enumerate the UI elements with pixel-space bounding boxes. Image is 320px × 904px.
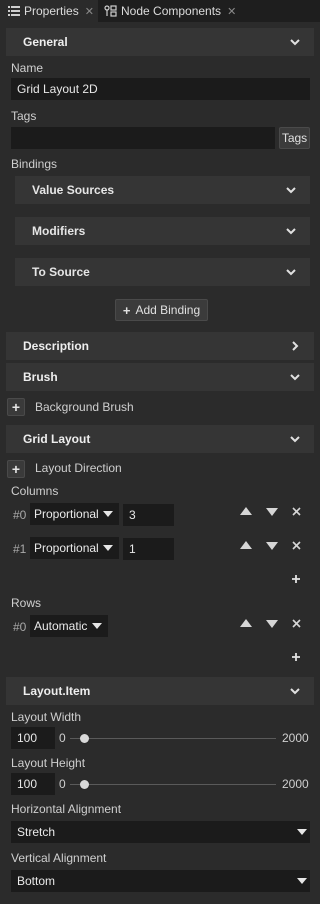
section-title: Grid Layout <box>23 432 91 446</box>
dropdown-arrow-icon <box>297 829 307 835</box>
column-index: #0 <box>13 508 27 522</box>
move-down-icon[interactable] <box>266 508 278 516</box>
bindings-modifiers[interactable]: Modifiers <box>15 217 310 245</box>
dropdown-value: Proportional <box>34 507 99 521</box>
section-title: Brush <box>23 370 58 384</box>
layout-width-label: Layout Width <box>11 710 82 724</box>
columns-label: Columns <box>11 484 59 498</box>
list-icon <box>8 6 20 16</box>
section-header-general[interactable]: General <box>6 28 314 56</box>
move-up-icon[interactable] <box>240 541 252 549</box>
tab-label: Node Components <box>121 4 222 18</box>
chevron-down-icon <box>290 436 300 443</box>
name-field[interactable]: Grid Layout 2D <box>11 78 310 100</box>
section-title: Description <box>23 339 90 353</box>
remove-icon[interactable] <box>292 541 301 550</box>
add-background-brush-button[interactable]: + <box>7 398 25 416</box>
move-up-icon[interactable] <box>240 619 252 627</box>
layout-width-field[interactable]: 100 <box>11 727 55 749</box>
row-index: #0 <box>13 620 27 634</box>
layout-height-label: Layout Height <box>11 756 86 770</box>
rows-label: Rows <box>11 596 42 610</box>
background-brush-label: Background Brush <box>35 400 134 414</box>
components-icon <box>104 5 117 17</box>
tags-field[interactable] <box>11 127 275 149</box>
add-column-icon[interactable] <box>291 574 301 584</box>
dropdown-arrow-icon <box>297 878 307 884</box>
horizontal-alignment-dropdown[interactable]: Stretch <box>11 821 310 843</box>
dropdown-value: Stretch <box>17 825 56 839</box>
chevron-down-icon <box>286 187 296 194</box>
layout-direction-label: Layout Direction <box>35 461 122 475</box>
group-title: To Source <box>32 265 90 279</box>
close-icon[interactable]: ✕ <box>85 5 94 18</box>
section-title: General <box>23 35 68 49</box>
add-binding-button[interactable]: + Add Binding <box>115 299 208 321</box>
chevron-right-icon <box>292 341 299 351</box>
section-header-description[interactable]: Description <box>6 332 314 360</box>
row-type-dropdown[interactable]: Automatic <box>30 615 108 637</box>
chevron-down-icon <box>286 228 296 235</box>
add-binding-label: Add Binding <box>135 303 201 317</box>
dropdown-arrow-icon <box>92 623 102 629</box>
slider-thumb[interactable] <box>80 734 89 743</box>
column-value-field[interactable]: 3 <box>123 504 174 526</box>
tab-label: Properties <box>24 4 79 18</box>
bindings-label: Bindings <box>11 157 58 171</box>
column-index: #1 <box>13 542 27 556</box>
tags-button[interactable]: Tags <box>279 127 310 149</box>
remove-icon[interactable] <box>292 619 301 628</box>
chevron-down-icon <box>290 688 300 695</box>
remove-icon[interactable] <box>292 507 301 516</box>
horizontal-alignment-label: Horizontal Alignment <box>11 802 122 816</box>
bindings-value-sources[interactable]: Value Sources <box>15 176 310 204</box>
column-value-field[interactable]: 1 <box>123 538 174 560</box>
plus-icon: + <box>122 302 131 318</box>
bindings-to-source[interactable]: To Source <box>15 258 310 286</box>
layout-width-slider[interactable] <box>70 738 276 739</box>
section-header-brush[interactable]: Brush <box>6 363 314 391</box>
slider-min: 0 <box>59 731 66 745</box>
move-down-icon[interactable] <box>266 620 278 628</box>
group-title: Value Sources <box>32 183 115 197</box>
add-row-icon[interactable] <box>291 652 301 662</box>
dropdown-value: Automatic <box>34 619 88 633</box>
tags-label: Tags <box>11 109 37 123</box>
tab-node-components[interactable]: Node Components ✕ <box>100 0 246 22</box>
dropdown-arrow-icon <box>103 545 113 551</box>
layout-height-slider[interactable] <box>70 784 276 785</box>
column-type-dropdown[interactable]: Proportional <box>30 503 119 525</box>
column-type-dropdown[interactable]: Proportional <box>30 537 119 559</box>
vertical-alignment-label: Vertical Alignment <box>11 851 107 865</box>
group-title: Modifiers <box>32 224 86 238</box>
name-label: Name <box>11 61 44 75</box>
slider-thumb[interactable] <box>80 780 89 789</box>
move-down-icon[interactable] <box>266 542 278 550</box>
vertical-alignment-dropdown[interactable]: Bottom <box>11 870 310 892</box>
tab-properties[interactable]: Properties ✕ <box>0 0 98 22</box>
section-header-grid-layout[interactable]: Grid Layout <box>6 425 314 453</box>
move-up-icon[interactable] <box>240 507 252 515</box>
close-icon[interactable]: ✕ <box>227 5 236 18</box>
dropdown-value: Proportional <box>34 541 99 555</box>
add-layout-direction-button[interactable]: + <box>7 460 25 478</box>
dropdown-value: Bottom <box>17 874 56 888</box>
section-title: Layout.Item <box>23 684 91 698</box>
chevron-down-icon <box>290 39 300 46</box>
chevron-down-icon <box>286 269 296 276</box>
layout-height-field[interactable]: 100 <box>11 773 55 795</box>
chevron-down-icon <box>290 374 300 381</box>
section-header-layout-item[interactable]: Layout.Item <box>6 677 314 705</box>
dropdown-arrow-icon <box>103 511 113 517</box>
slider-max: 2000 <box>282 777 309 791</box>
slider-max: 2000 <box>282 731 309 745</box>
slider-min: 0 <box>59 777 66 791</box>
